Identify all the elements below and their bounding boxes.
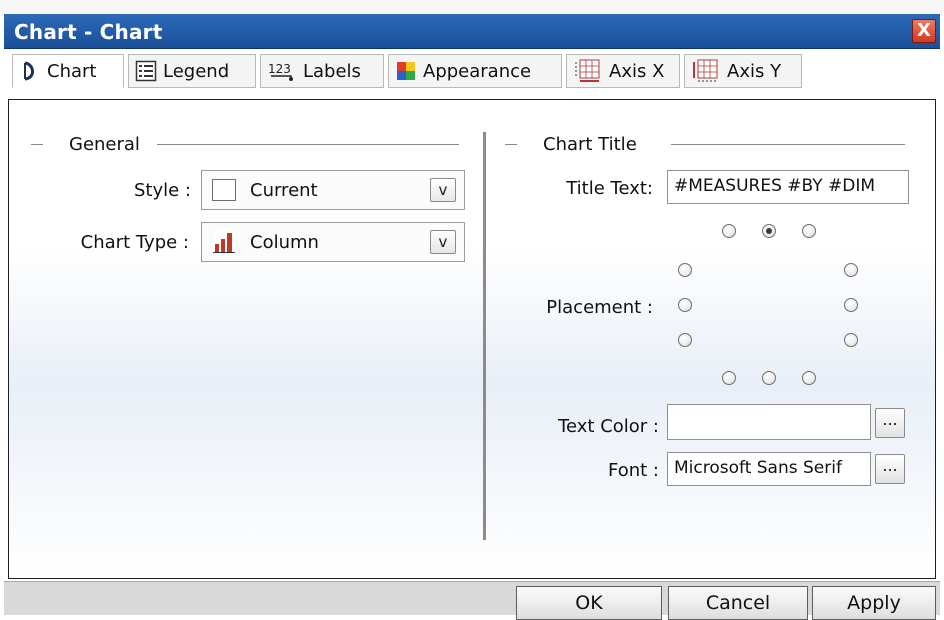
title-bar[interactable]: Chart - Chart X xyxy=(4,14,940,49)
apply-button[interactable]: Apply xyxy=(812,586,936,620)
labels-123-icon: 123 xyxy=(267,60,297,82)
group-line xyxy=(505,144,517,145)
placement-radio-left-top[interactable] xyxy=(678,263,692,277)
tab-label: Legend xyxy=(163,60,230,82)
chevron-down-icon[interactable]: v xyxy=(430,178,456,202)
vertical-divider xyxy=(483,132,486,540)
tab-axis-x[interactable]: Axis X xyxy=(566,54,680,88)
tab-label: Axis X xyxy=(609,60,665,82)
svg-text:123: 123 xyxy=(268,62,291,76)
column-chart-icon xyxy=(212,230,236,258)
title-text-label: Title Text: xyxy=(566,178,653,199)
tab-chart[interactable]: Chart xyxy=(12,54,124,88)
group-line xyxy=(157,144,459,145)
general-group-heading: General xyxy=(69,134,140,155)
chart-dialog: Chart - Chart X Chart Legend 123 Labels xyxy=(4,14,940,620)
title-text-input[interactable]: #MEASURES #BY #DIM xyxy=(667,170,909,204)
ok-button[interactable]: OK xyxy=(516,586,662,620)
group-line xyxy=(31,144,43,145)
tab-label: Chart xyxy=(47,60,97,82)
text-color-browse-button[interactable]: ... xyxy=(875,408,905,438)
cancel-button[interactable]: Cancel xyxy=(668,586,808,620)
chart-type-label: Chart Type : xyxy=(80,232,189,253)
chart-tab-icon xyxy=(19,60,41,82)
font-label: Font : xyxy=(608,460,659,481)
chevron-down-icon[interactable]: v xyxy=(430,230,456,254)
placement-radio-bottom-left[interactable] xyxy=(722,371,736,385)
tab-bar: Chart Legend 123 Labels Appearance Axis … xyxy=(4,49,940,97)
tab-labels[interactable]: 123 Labels xyxy=(260,54,384,88)
style-swatch-icon xyxy=(212,179,236,201)
tab-appearance[interactable]: Appearance xyxy=(388,54,562,88)
text-color-label: Text Color : xyxy=(558,416,659,437)
placement-radio-bottom-center[interactable] xyxy=(762,371,776,385)
placement-radio-right-bottom[interactable] xyxy=(844,333,858,347)
axis-x-icon xyxy=(573,59,603,82)
placement-radio-bottom-right[interactable] xyxy=(802,371,816,385)
chart-title-group-heading: Chart Title xyxy=(543,134,637,155)
placement-radio-right-middle[interactable] xyxy=(844,298,858,312)
placement-radio-left-bottom[interactable] xyxy=(678,333,692,347)
tab-label: Axis Y xyxy=(727,60,782,82)
tab-label: Appearance xyxy=(423,60,532,82)
placement-radio-right-top[interactable] xyxy=(844,263,858,277)
tab-axis-y[interactable]: Axis Y xyxy=(684,54,802,88)
chart-type-dropdown[interactable]: Column v xyxy=(201,222,465,262)
tab-legend[interactable]: Legend xyxy=(128,54,256,88)
tab-content-panel: General Style : Current v Chart Type : C… xyxy=(8,99,936,579)
appearance-palette-icon xyxy=(395,60,417,82)
group-line xyxy=(671,144,905,145)
font-browse-button[interactable]: ... xyxy=(875,454,905,484)
footer-bar: OK Cancel Apply xyxy=(4,581,940,620)
placement-radio-left-middle[interactable] xyxy=(678,298,692,312)
close-button[interactable]: X xyxy=(912,19,936,43)
placement-radio-top-left[interactable] xyxy=(722,224,736,238)
window-title: Chart - Chart xyxy=(14,20,163,44)
style-label: Style : xyxy=(134,180,191,201)
font-input[interactable]: Microsoft Sans Serif xyxy=(667,452,871,486)
tab-label: Labels xyxy=(303,60,361,82)
chart-type-value: Column xyxy=(250,232,319,253)
placement-radio-top-center[interactable] xyxy=(762,224,776,238)
style-dropdown[interactable]: Current v xyxy=(201,170,465,210)
placement-label: Placement : xyxy=(546,297,653,318)
text-color-input[interactable] xyxy=(667,404,871,440)
style-value: Current xyxy=(250,180,318,201)
legend-icon xyxy=(135,60,157,82)
axis-y-icon xyxy=(691,59,721,82)
placement-radio-top-right[interactable] xyxy=(802,224,816,238)
